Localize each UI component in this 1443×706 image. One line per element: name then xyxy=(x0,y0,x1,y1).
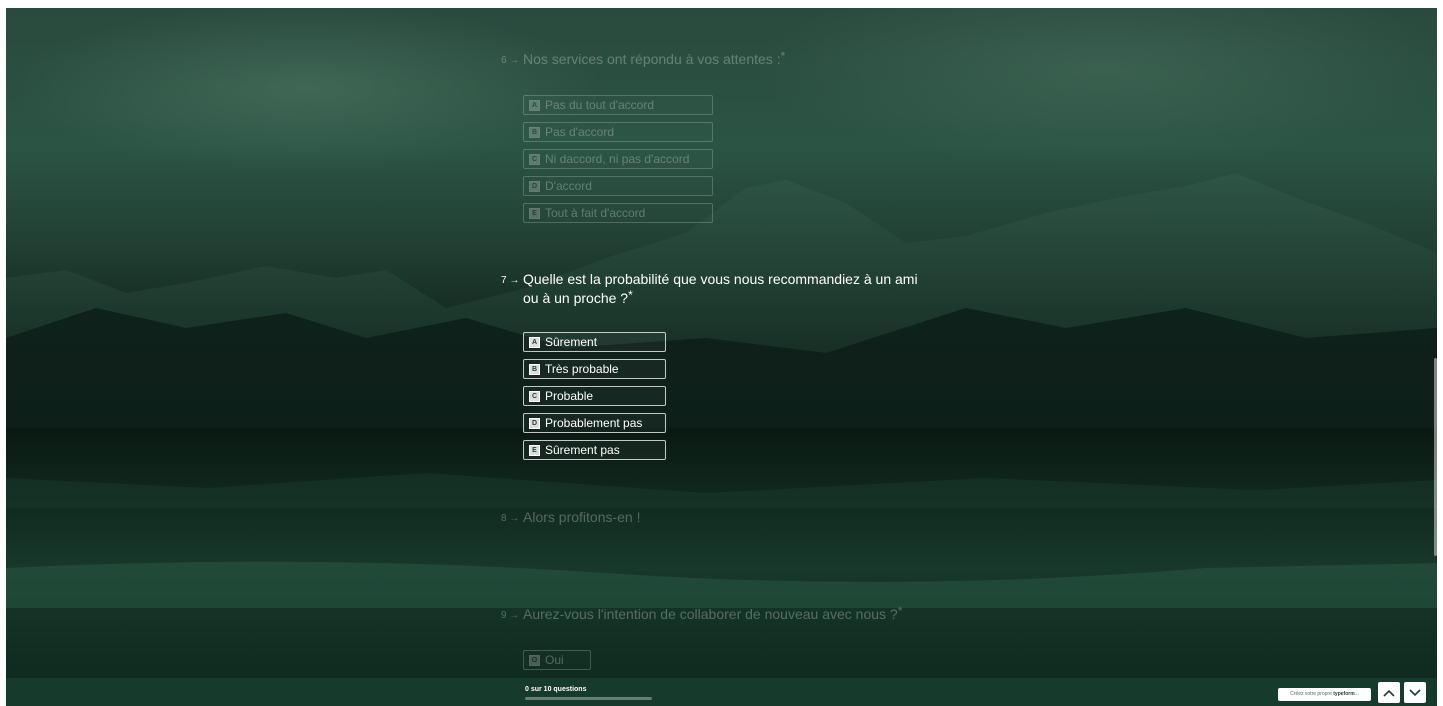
choice-key-badge: B xyxy=(529,363,540,375)
choice-key-badge: D xyxy=(529,417,540,429)
choice-label: Probablement pas xyxy=(545,416,643,430)
question-number: 6 → xyxy=(501,55,520,66)
choice-button[interactable]: B Pas d'accord xyxy=(523,122,713,142)
choice-label: Oui xyxy=(545,653,564,667)
choice-label: Sûrement xyxy=(545,335,598,349)
choice-button[interactable]: E Tout à fait d'accord xyxy=(523,203,713,223)
choice-label: Pas du tout d'accord xyxy=(545,98,655,112)
footer-bar: 0 sur 10 questions Créez votre propre ty… xyxy=(6,678,1437,706)
chevron-up-icon xyxy=(1383,689,1395,697)
choice-label: D'accord xyxy=(545,179,592,193)
choice-label: Probable xyxy=(545,389,594,403)
choice-key-badge: E xyxy=(529,207,540,219)
question-number: 8 → xyxy=(501,513,520,524)
question-9: 9 → Aurez-vous l'intention de collaborer… xyxy=(501,604,943,675)
choice-key-badge: D xyxy=(529,180,540,192)
question-number: 9 → xyxy=(501,610,520,621)
question-6: 6 → Nos services ont répondu à vos atten… xyxy=(501,49,943,225)
question-8: 8 → Alors profitons-en ! xyxy=(501,508,943,532)
choice-button[interactable]: O Oui xyxy=(523,650,591,670)
choice-label: Tout à fait d'accord xyxy=(545,206,646,220)
question-7: 7 → Quelle est la probabilité que vous n… xyxy=(501,270,943,460)
choice-key-badge: A xyxy=(529,99,540,111)
question-title: Aurez-vous l'intention de collaborer de … xyxy=(523,604,903,622)
choice-key-badge: O xyxy=(529,654,540,666)
choice-key-badge: B xyxy=(529,126,540,138)
choice-label: Pas d'accord xyxy=(545,125,614,139)
choice-key-badge: C xyxy=(529,390,540,402)
choice-button[interactable]: A Pas du tout d'accord xyxy=(523,95,713,115)
progress-text: 0 sur 10 questions xyxy=(525,686,587,693)
choice-label: Très probable xyxy=(545,362,619,376)
choice-label: Sûrement pas xyxy=(545,443,620,457)
chevron-down-icon xyxy=(1409,688,1421,696)
question-title: Nos services ont répondu à vos attentes … xyxy=(523,49,786,67)
question-title: Alors profitons-en ! xyxy=(523,509,641,525)
choice-label: Ni daccord, ni pas d'accord xyxy=(545,152,690,166)
choice-button[interactable]: D D'accord xyxy=(523,176,713,196)
choice-button[interactable]: E Sûrement pas xyxy=(523,440,666,460)
choice-button[interactable]: A Sûrement xyxy=(523,332,666,352)
choice-button[interactable]: C Probable xyxy=(523,386,666,406)
progress-bar xyxy=(525,697,652,700)
question-title: Quelle est la probabilité que vous nous … xyxy=(523,271,918,306)
next-question-button[interactable] xyxy=(1404,682,1426,703)
scrollbar[interactable] xyxy=(1434,358,1437,556)
question-number: 7 → xyxy=(501,275,520,286)
choice-key-badge: A xyxy=(529,336,540,348)
choice-key-badge: C xyxy=(529,153,540,165)
choice-button[interactable]: B Très probable xyxy=(523,359,666,379)
previous-question-button[interactable] xyxy=(1378,682,1400,703)
choice-button[interactable]: C Ni daccord, ni pas d'accord xyxy=(523,149,713,169)
create-typeform-button[interactable]: Créez votre propre typeform... xyxy=(1278,688,1371,701)
typeform-page: 6 → Nos services ont répondu à vos atten… xyxy=(6,8,1437,706)
choice-button[interactable]: D Probablement pas xyxy=(523,413,666,433)
choice-key-badge: E xyxy=(529,444,540,456)
